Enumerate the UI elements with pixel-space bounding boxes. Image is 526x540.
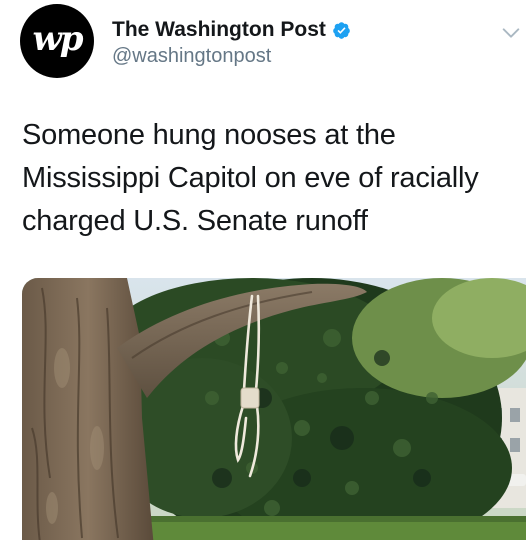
tweet-photo[interactable] xyxy=(22,278,526,540)
display-name-row: The Washington Post xyxy=(112,16,351,44)
avatar-monogram: wp xyxy=(32,19,83,59)
tweet-text-line: charged U.S. Senate runoff xyxy=(22,205,368,237)
tree-with-noose-photo xyxy=(22,278,526,540)
avatar[interactable]: wp xyxy=(20,4,94,78)
display-name[interactable]: The Washington Post xyxy=(112,18,326,42)
handle[interactable]: @washingtonpost xyxy=(112,45,351,68)
tweet-text: Someone hung nooses at the Mississippi C… xyxy=(22,114,502,243)
tweet-card: wp The Washington Post @washingtonpost S… xyxy=(0,0,526,540)
author-block[interactable]: The Washington Post @washingtonpost xyxy=(112,16,351,68)
verified-badge-icon xyxy=(333,21,350,39)
tweet-text-line: Someone hung nooses at the xyxy=(22,119,396,151)
tweet-text-line: Mississippi Capitol on eve of racially xyxy=(22,162,479,194)
chevron-down-icon[interactable] xyxy=(500,22,522,44)
